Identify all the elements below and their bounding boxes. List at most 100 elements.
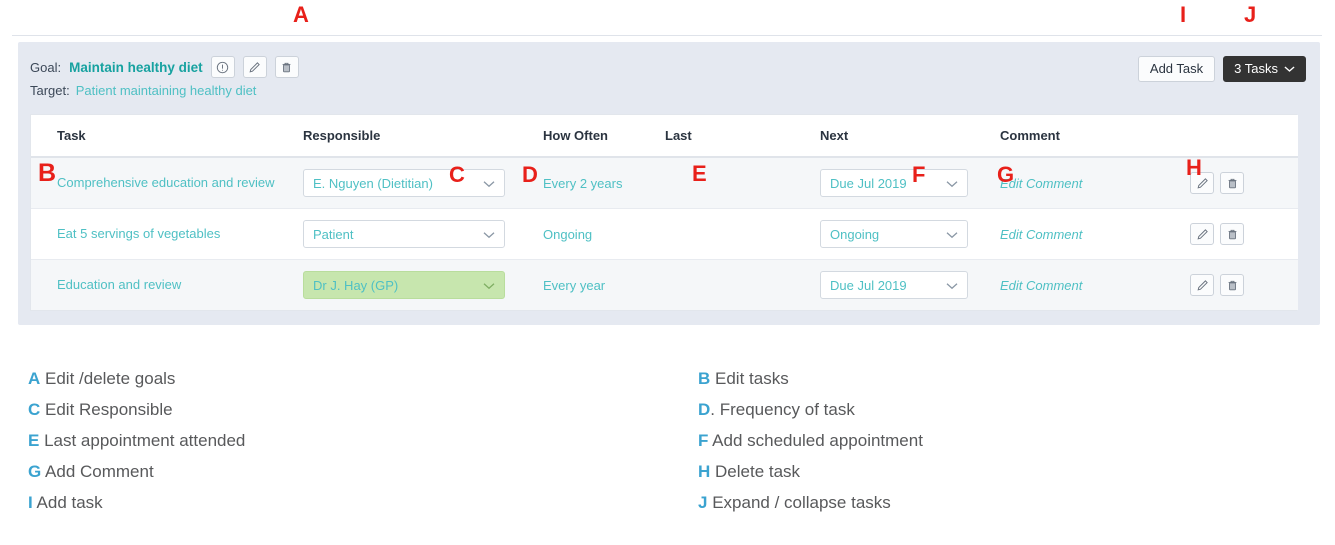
next-value: Ongoing xyxy=(830,226,880,242)
legend-key: D xyxy=(698,400,711,419)
task-name[interactable]: Comprehensive education and review xyxy=(57,174,303,192)
trash-icon xyxy=(280,61,293,74)
goal-panel: Goal: Maintain healthy diet Target: Pati… xyxy=(18,42,1320,325)
task-count-toggle[interactable]: 3 Tasks xyxy=(1223,56,1306,82)
target-label: Target: xyxy=(30,83,70,98)
legend-text: Last appointment attended xyxy=(39,431,246,450)
legend-text: Add task xyxy=(32,493,103,512)
legend-item-g: G Add Comment xyxy=(28,456,698,487)
goal-header: Goal: Maintain healthy diet xyxy=(30,56,299,78)
target-header: Target: Patient maintaining healthy diet xyxy=(30,83,256,98)
legend-item-d: D. Frequency of task xyxy=(698,394,1308,425)
edit-comment-link[interactable]: Edit Comment xyxy=(1000,176,1082,191)
edit-comment-link[interactable]: Edit Comment xyxy=(1000,278,1082,293)
next-select[interactable]: Ongoing xyxy=(820,220,968,248)
legend-key: F xyxy=(698,431,709,450)
task-name[interactable]: Eat 5 servings of vegetables xyxy=(57,225,303,243)
goal-edit-button[interactable] xyxy=(242,56,267,78)
how-often-value: Every year xyxy=(543,277,606,293)
goal-delete-button[interactable] xyxy=(274,56,299,78)
responsible-value: Dr J. Hay (GP) xyxy=(313,277,399,293)
task-edit-button[interactable] xyxy=(1190,274,1214,296)
chevron-down-icon xyxy=(946,176,958,191)
next-value: Due Jul 2019 xyxy=(830,277,907,293)
add-task-button[interactable]: Add Task xyxy=(1137,56,1216,82)
column-header-actions xyxy=(1190,115,1298,158)
legend-text: Expand / collapse tasks xyxy=(707,493,891,512)
row-actions xyxy=(1190,172,1298,194)
table-header-row: Task Responsible How Often Last Next Com… xyxy=(31,115,1298,158)
screenshot-root: Goal: Maintain healthy diet Target: Pati… xyxy=(0,0,1335,545)
legend-item-f: F Add scheduled appointment xyxy=(698,425,1308,456)
info-circle-icon xyxy=(216,61,229,74)
responsible-select[interactable]: Dr J. Hay (GP) xyxy=(303,271,505,299)
responsible-select[interactable]: E. Nguyen (Dietitian) xyxy=(303,169,505,197)
responsible-select[interactable]: Patient xyxy=(303,220,505,248)
table-row: Comprehensive education and review E. Ng… xyxy=(31,157,1298,209)
goal-title: Maintain healthy diet xyxy=(69,59,203,75)
top-divider xyxy=(12,35,1322,36)
trash-icon xyxy=(1226,228,1239,241)
legend-item-e: E Last appointment attended xyxy=(28,425,698,456)
target-value: Patient maintaining healthy diet xyxy=(75,83,257,98)
legend: A Edit /delete goals B Edit tasks C Edit… xyxy=(28,363,1308,518)
how-often-value: Every 2 years xyxy=(543,175,623,191)
tasks-table-container: Task Responsible How Often Last Next Com… xyxy=(30,114,1298,311)
legend-item-h: H Delete task xyxy=(698,456,1308,487)
goal-label: Goal: xyxy=(30,59,62,75)
legend-item-a: A Edit /delete goals xyxy=(28,363,698,394)
task-delete-button[interactable] xyxy=(1220,172,1244,194)
legend-key: H xyxy=(698,462,711,481)
trash-icon xyxy=(1226,279,1239,292)
legend-item-j: J Expand / collapse tasks xyxy=(698,487,1308,518)
legend-item-i: I Add task xyxy=(28,487,698,518)
goal-info-button[interactable] xyxy=(210,56,235,78)
chevron-down-icon xyxy=(1284,62,1295,75)
task-delete-button[interactable] xyxy=(1220,223,1244,245)
next-value: Due Jul 2019 xyxy=(830,175,907,191)
column-header-responsible: Responsible xyxy=(303,115,543,158)
how-often-value: Ongoing xyxy=(543,226,593,242)
task-edit-button[interactable] xyxy=(1190,172,1214,194)
responsible-value: Patient xyxy=(313,226,354,242)
legend-key: G xyxy=(28,462,42,481)
next-select[interactable]: Due Jul 2019 xyxy=(820,169,968,197)
table-row: Education and review Dr J. Hay (GP) Ever… xyxy=(31,259,1298,310)
task-delete-button[interactable] xyxy=(1220,274,1244,296)
row-actions xyxy=(1190,274,1298,296)
legend-text: Add scheduled appointment xyxy=(708,431,923,450)
chevron-down-icon xyxy=(946,227,958,242)
legend-text: Delete task xyxy=(710,462,801,481)
pencil-icon xyxy=(1196,279,1209,292)
column-header-task: Task xyxy=(31,115,303,158)
pencil-icon xyxy=(1196,177,1209,190)
row-actions xyxy=(1190,223,1298,245)
column-header-how-often: How Often xyxy=(543,115,665,158)
task-name[interactable]: Education and review xyxy=(57,276,303,294)
tasks-table: Task Responsible How Often Last Next Com… xyxy=(31,115,1298,310)
annotation-letter-a: A xyxy=(293,2,309,27)
next-select[interactable]: Due Jul 2019 xyxy=(820,271,968,299)
edit-comment-link[interactable]: Edit Comment xyxy=(1000,227,1082,242)
task-count-label: 3 Tasks xyxy=(1234,61,1278,76)
legend-text: Edit tasks xyxy=(710,369,789,388)
pencil-icon xyxy=(248,61,261,74)
chevron-down-icon xyxy=(483,227,495,242)
legend-text: Add Comment xyxy=(41,462,154,481)
responsible-value: E. Nguyen (Dietitian) xyxy=(313,175,433,191)
legend-key: E xyxy=(28,431,40,450)
legend-key: C xyxy=(28,400,41,419)
annotation-letter-j: J xyxy=(1244,2,1257,27)
pencil-icon xyxy=(1196,228,1209,241)
chevron-down-icon xyxy=(483,176,495,191)
legend-item-c: C Edit Responsible xyxy=(28,394,698,425)
legend-key: A xyxy=(28,369,41,388)
annotation-letter-i: I xyxy=(1180,2,1187,27)
column-header-comment: Comment xyxy=(1000,115,1190,158)
column-header-last: Last xyxy=(665,115,820,158)
panel-header-actions: Add Task 3 Tasks xyxy=(1137,56,1306,82)
legend-text: Edit Responsible xyxy=(40,400,173,419)
column-header-next: Next xyxy=(820,115,1000,158)
task-edit-button[interactable] xyxy=(1190,223,1214,245)
chevron-down-icon xyxy=(946,278,958,293)
